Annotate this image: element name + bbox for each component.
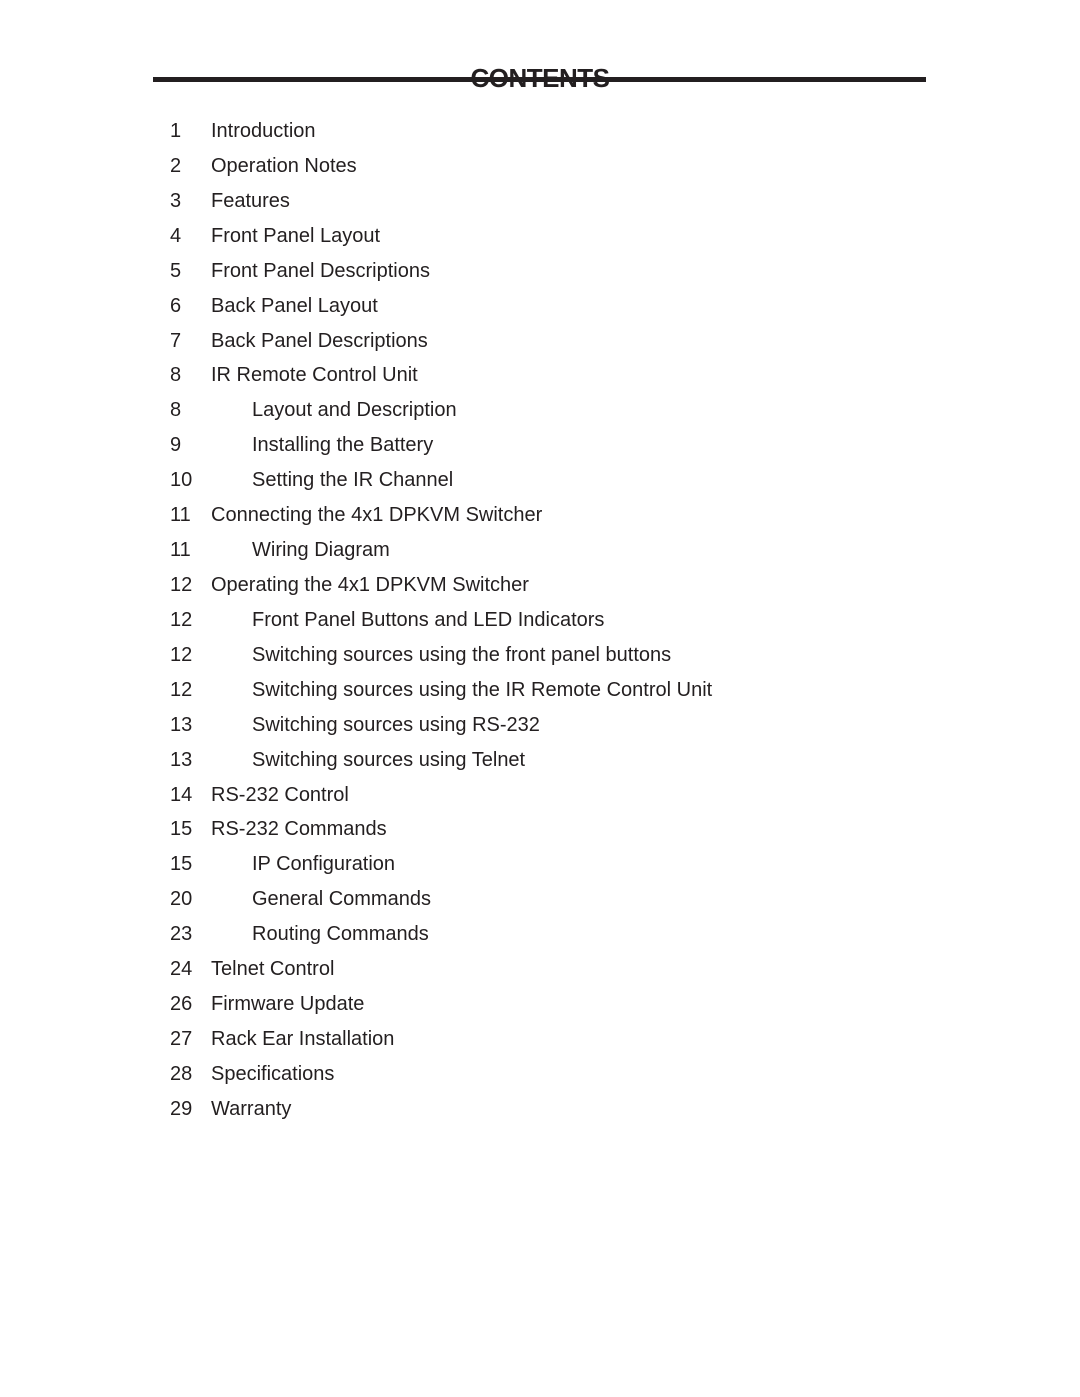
toc-subentry[interactable]: 23 Routing Commands [170,917,712,952]
toc-page-number: 2 [170,154,182,177]
toc-page-number: 26 [170,993,193,1016]
toc-page-number: 23 [170,923,193,946]
toc-entry[interactable]: 26 Firmware Update [170,987,712,1022]
toc-entry-title: Connecting the 4x1 DPKVM Switcher [211,504,543,527]
toc-entry[interactable]: 15 RS-232 Commands [170,812,712,847]
toc-page-number: 5 [170,259,182,282]
toc-entry-title: Switching sources using the front panel … [252,643,672,666]
toc-subentry[interactable]: 20 General Commands [170,882,712,917]
toc-entry[interactable]: 12 Operating the 4x1 DPKVM Switcher [170,568,712,603]
toc-entry[interactable]: 24 Telnet Control [170,952,712,987]
toc-page-number: 10 [170,469,193,492]
toc-page-number: 13 [170,713,193,736]
toc-page-number: 3 [170,189,182,212]
toc-entry-title: IP Configuration [252,853,396,876]
toc-page-number: 20 [170,888,193,911]
toc-entry-title: Routing Commands [252,923,429,946]
toc-entry-title: Telnet Control [211,958,335,981]
toc-page-number: 11 [170,539,191,562]
toc-subentry[interactable]: 10 Setting the IR Channel [170,463,712,498]
toc-subentry[interactable]: 15 IP Configuration [170,847,712,882]
toc-page-number: 14 [170,783,193,806]
toc-entry-title: Installing the Battery [252,434,434,457]
toc-entry[interactable]: 2 Operation Notes [170,149,712,184]
toc-entry[interactable]: 4 Front Panel Layout [170,219,712,254]
toc-page-number: 15 [170,853,193,876]
toc-entry[interactable]: 14 RS-232 Control [170,778,712,813]
toc-entry-title: Back Panel Layout [211,294,378,317]
toc-entry[interactable]: 7 Back Panel Descriptions [170,324,712,359]
toc-entry-title: RS-232 Control [211,783,349,806]
toc-entry[interactable]: 29 Warranty [170,1092,712,1127]
toc-page-number: 8 [170,364,182,387]
toc-entry-title: Specifications [211,1062,335,1085]
toc-entry[interactable]: 3 Features [170,184,712,219]
toc-entry-title: IR Remote Control Unit [211,364,418,387]
toc-entry[interactable]: 11 Connecting the 4x1 DPKVM Switcher [170,498,712,533]
toc-subentry[interactable]: 12 Front Panel Buttons and LED Indicators [170,603,712,638]
toc-subentry[interactable]: 9 Installing the Battery [170,428,712,463]
toc-subentry[interactable]: 11 Wiring Diagram [170,533,712,568]
toc-subentry[interactable]: 12 Switching sources using the front pane… [170,638,712,673]
toc-entry-title: Warranty [211,1097,292,1120]
toc-page-number: 1 [170,120,182,142]
toc-page-number: 15 [170,818,193,841]
toc-entry-title: Features [211,189,290,212]
toc-entry-title: Operation Notes [211,154,357,177]
toc-entry[interactable]: 6 Back Panel Layout [170,289,712,324]
toc-page-number: 27 [170,1027,193,1050]
toc-entry-title: Rack Ear Installation [211,1027,395,1050]
toc-page-number: 12 [170,643,193,666]
toc-page-number: 12 [170,608,193,631]
toc-entry-title: Switching sources using RS-232 [252,713,540,736]
toc-entry[interactable]: 27 Rack Ear Installation [170,1022,712,1057]
toc-page-number: 28 [170,1062,193,1085]
toc-page-number: 29 [170,1097,193,1120]
toc-subentry[interactable]: 13 Switching sources using RS-232 [170,708,712,743]
toc-page-number: 12 [170,573,193,596]
toc-page-number: 13 [170,748,193,771]
toc-page-number: 11 [170,504,191,527]
toc-entry[interactable]: 1 Introduction [170,114,712,149]
toc-entry-title: Back Panel Descriptions [211,329,428,352]
toc-page-number: 12 [170,678,193,701]
toc-page-number: 4 [170,224,182,247]
toc-entry[interactable]: 28 Specifications [170,1057,712,1092]
toc-entry-title: Wiring Diagram [252,539,390,562]
toc-entry-title: RS-232 Commands [211,818,387,841]
toc-subentry[interactable]: 12 Switching sources using the IR Remote … [170,673,712,708]
toc-subentry[interactable]: 13 Switching sources using Telnet [170,743,712,778]
toc-entry-title: Setting the IR Channel [252,469,454,492]
toc-entry-title: Introduction [211,120,316,142]
toc-entry-title: Front Panel Descriptions [211,259,430,282]
toc-page-number: 9 [170,434,182,457]
toc-entry-title: Layout and Description [252,399,457,422]
toc-page-number: 6 [170,294,182,317]
table-of-contents: 1 Introduction 2 Operation Notes 3 Features 4 F… [170,114,712,1127]
toc-page-number: 8 [170,399,182,422]
toc-entry-title: Operating the 4x1 DPKVM Switcher [211,573,529,596]
toc-subentry[interactable]: 8 Layout and Description [170,393,712,428]
toc-page-number: 7 [170,329,182,352]
toc-entry-title: Switching sources using the IR Remote Co… [252,678,713,701]
toc-entry[interactable]: 8 IR Remote Control Unit [170,358,712,393]
toc-page-number: 24 [170,958,193,981]
toc-entry-title: Switching sources using Telnet [252,748,526,771]
title-divider [153,77,926,82]
toc-entry-title: Front Panel Layout [211,224,380,247]
toc-entry-title: General Commands [252,888,431,911]
toc-entry-title: Front Panel Buttons and LED Indicators [252,608,605,631]
toc-entry[interactable]: 5 Front Panel Descriptions [170,254,712,289]
toc-entry-title: Firmware Update [211,993,365,1016]
